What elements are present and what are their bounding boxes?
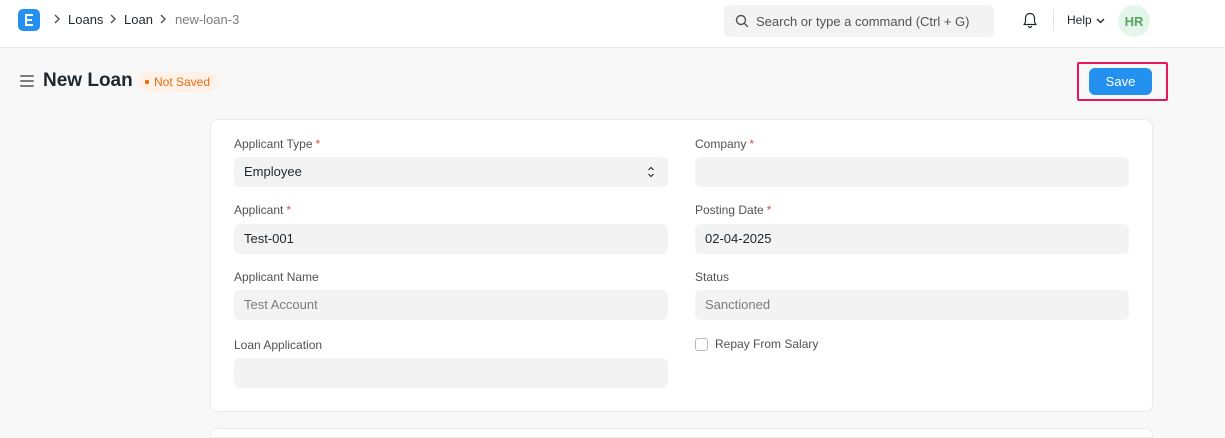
chevron-right-icon: [53, 13, 61, 27]
avatar[interactable]: HR: [1118, 5, 1150, 37]
hamburger-icon[interactable]: [20, 75, 34, 87]
required-marker: *: [749, 137, 755, 151]
breadcrumb-loans[interactable]: Loans: [68, 12, 103, 28]
loan-application-field[interactable]: [234, 358, 668, 388]
status-badge: Not Saved: [138, 72, 219, 92]
required-marker: *: [286, 203, 292, 217]
help-label: Help: [1067, 13, 1092, 27]
repay-from-salary-checkbox[interactable]: [695, 338, 708, 351]
status-label: Status: [695, 270, 730, 284]
applicant-type-value: Employee: [244, 164, 302, 179]
applicant-name-value: Test Account: [244, 297, 318, 312]
status-dot: [145, 80, 149, 84]
required-marker: *: [766, 203, 772, 217]
bell-icon[interactable]: [1021, 11, 1039, 29]
applicant-name-field: Test Account: [234, 290, 668, 320]
status-field: Sanctioned: [695, 290, 1129, 320]
breadcrumb-loan[interactable]: Loan: [124, 12, 153, 28]
applicant-label-text: Applicant: [234, 203, 284, 217]
applicant-name-label: Applicant Name: [234, 270, 319, 284]
loan-application-label: Loan Application: [234, 338, 323, 352]
breadcrumb-current: new-loan-3: [175, 12, 240, 27]
company-label-text: Company: [695, 137, 747, 151]
navbar-divider: [1053, 9, 1054, 31]
avatar-initials: HR: [1124, 13, 1144, 29]
applicant-value: Test-001: [244, 231, 294, 246]
company-field[interactable]: [695, 157, 1129, 187]
app-logo-icon[interactable]: [18, 9, 40, 31]
status-badge-label: Not Saved: [154, 75, 211, 89]
save-button[interactable]: Save: [1089, 68, 1152, 95]
search-bar[interactable]: [724, 5, 994, 37]
select-arrows-icon: [647, 165, 655, 183]
status-value: Sanctioned: [705, 297, 771, 312]
posting-date-field[interactable]: 02-04-2025: [695, 224, 1129, 254]
repay-from-salary-label[interactable]: Repay From Salary: [715, 337, 818, 351]
applicant-type-label: Applicant Type *: [234, 137, 320, 151]
help-dropdown[interactable]: Help: [1067, 12, 1105, 28]
page-title: New Loan: [43, 70, 133, 91]
next-section-card: [210, 428, 1153, 438]
navbar: Loans Loan new-loan-3 Help HR: [0, 0, 1225, 48]
posting-date-value: 02-04-2025: [705, 231, 772, 246]
chevron-right-icon: [159, 13, 167, 27]
posting-date-label: Posting Date *: [695, 203, 771, 217]
applicant-field[interactable]: Test-001: [234, 224, 668, 254]
chevron-down-icon: [1096, 12, 1105, 28]
required-marker: *: [315, 137, 321, 151]
applicant-label: Applicant *: [234, 203, 291, 217]
posting-date-label-text: Posting Date: [695, 203, 764, 217]
chevron-right-icon: [109, 13, 117, 27]
search-input[interactable]: [756, 5, 986, 37]
applicant-type-select[interactable]: Employee: [234, 157, 668, 187]
company-label: Company *: [695, 137, 754, 151]
applicant-type-label-text: Applicant Type: [234, 137, 313, 151]
search-icon: [735, 14, 749, 33]
